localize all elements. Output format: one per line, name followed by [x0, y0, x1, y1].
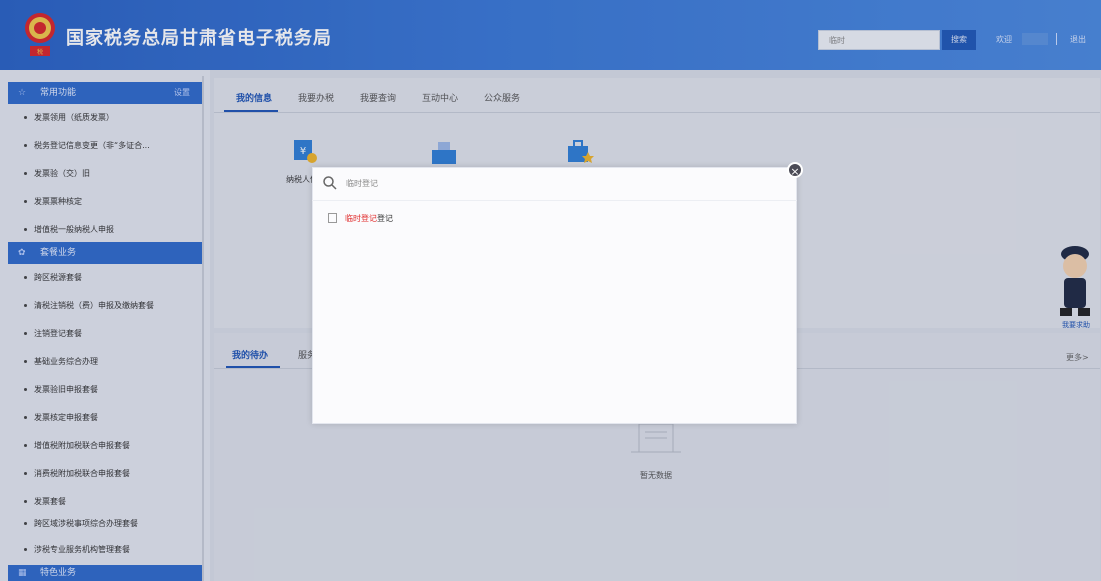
- search-result-item[interactable]: 临时登记登记: [328, 213, 393, 224]
- search-icon: [323, 176, 337, 190]
- modal-search-input[interactable]: 临时登记: [346, 178, 378, 189]
- modal-divider: [312, 200, 797, 201]
- result-highlight: 临时登记: [345, 214, 377, 223]
- result-suffix: 登记: [377, 214, 393, 223]
- close-icon[interactable]: ×: [787, 162, 803, 178]
- document-icon: [328, 213, 337, 223]
- search-modal: [312, 167, 797, 424]
